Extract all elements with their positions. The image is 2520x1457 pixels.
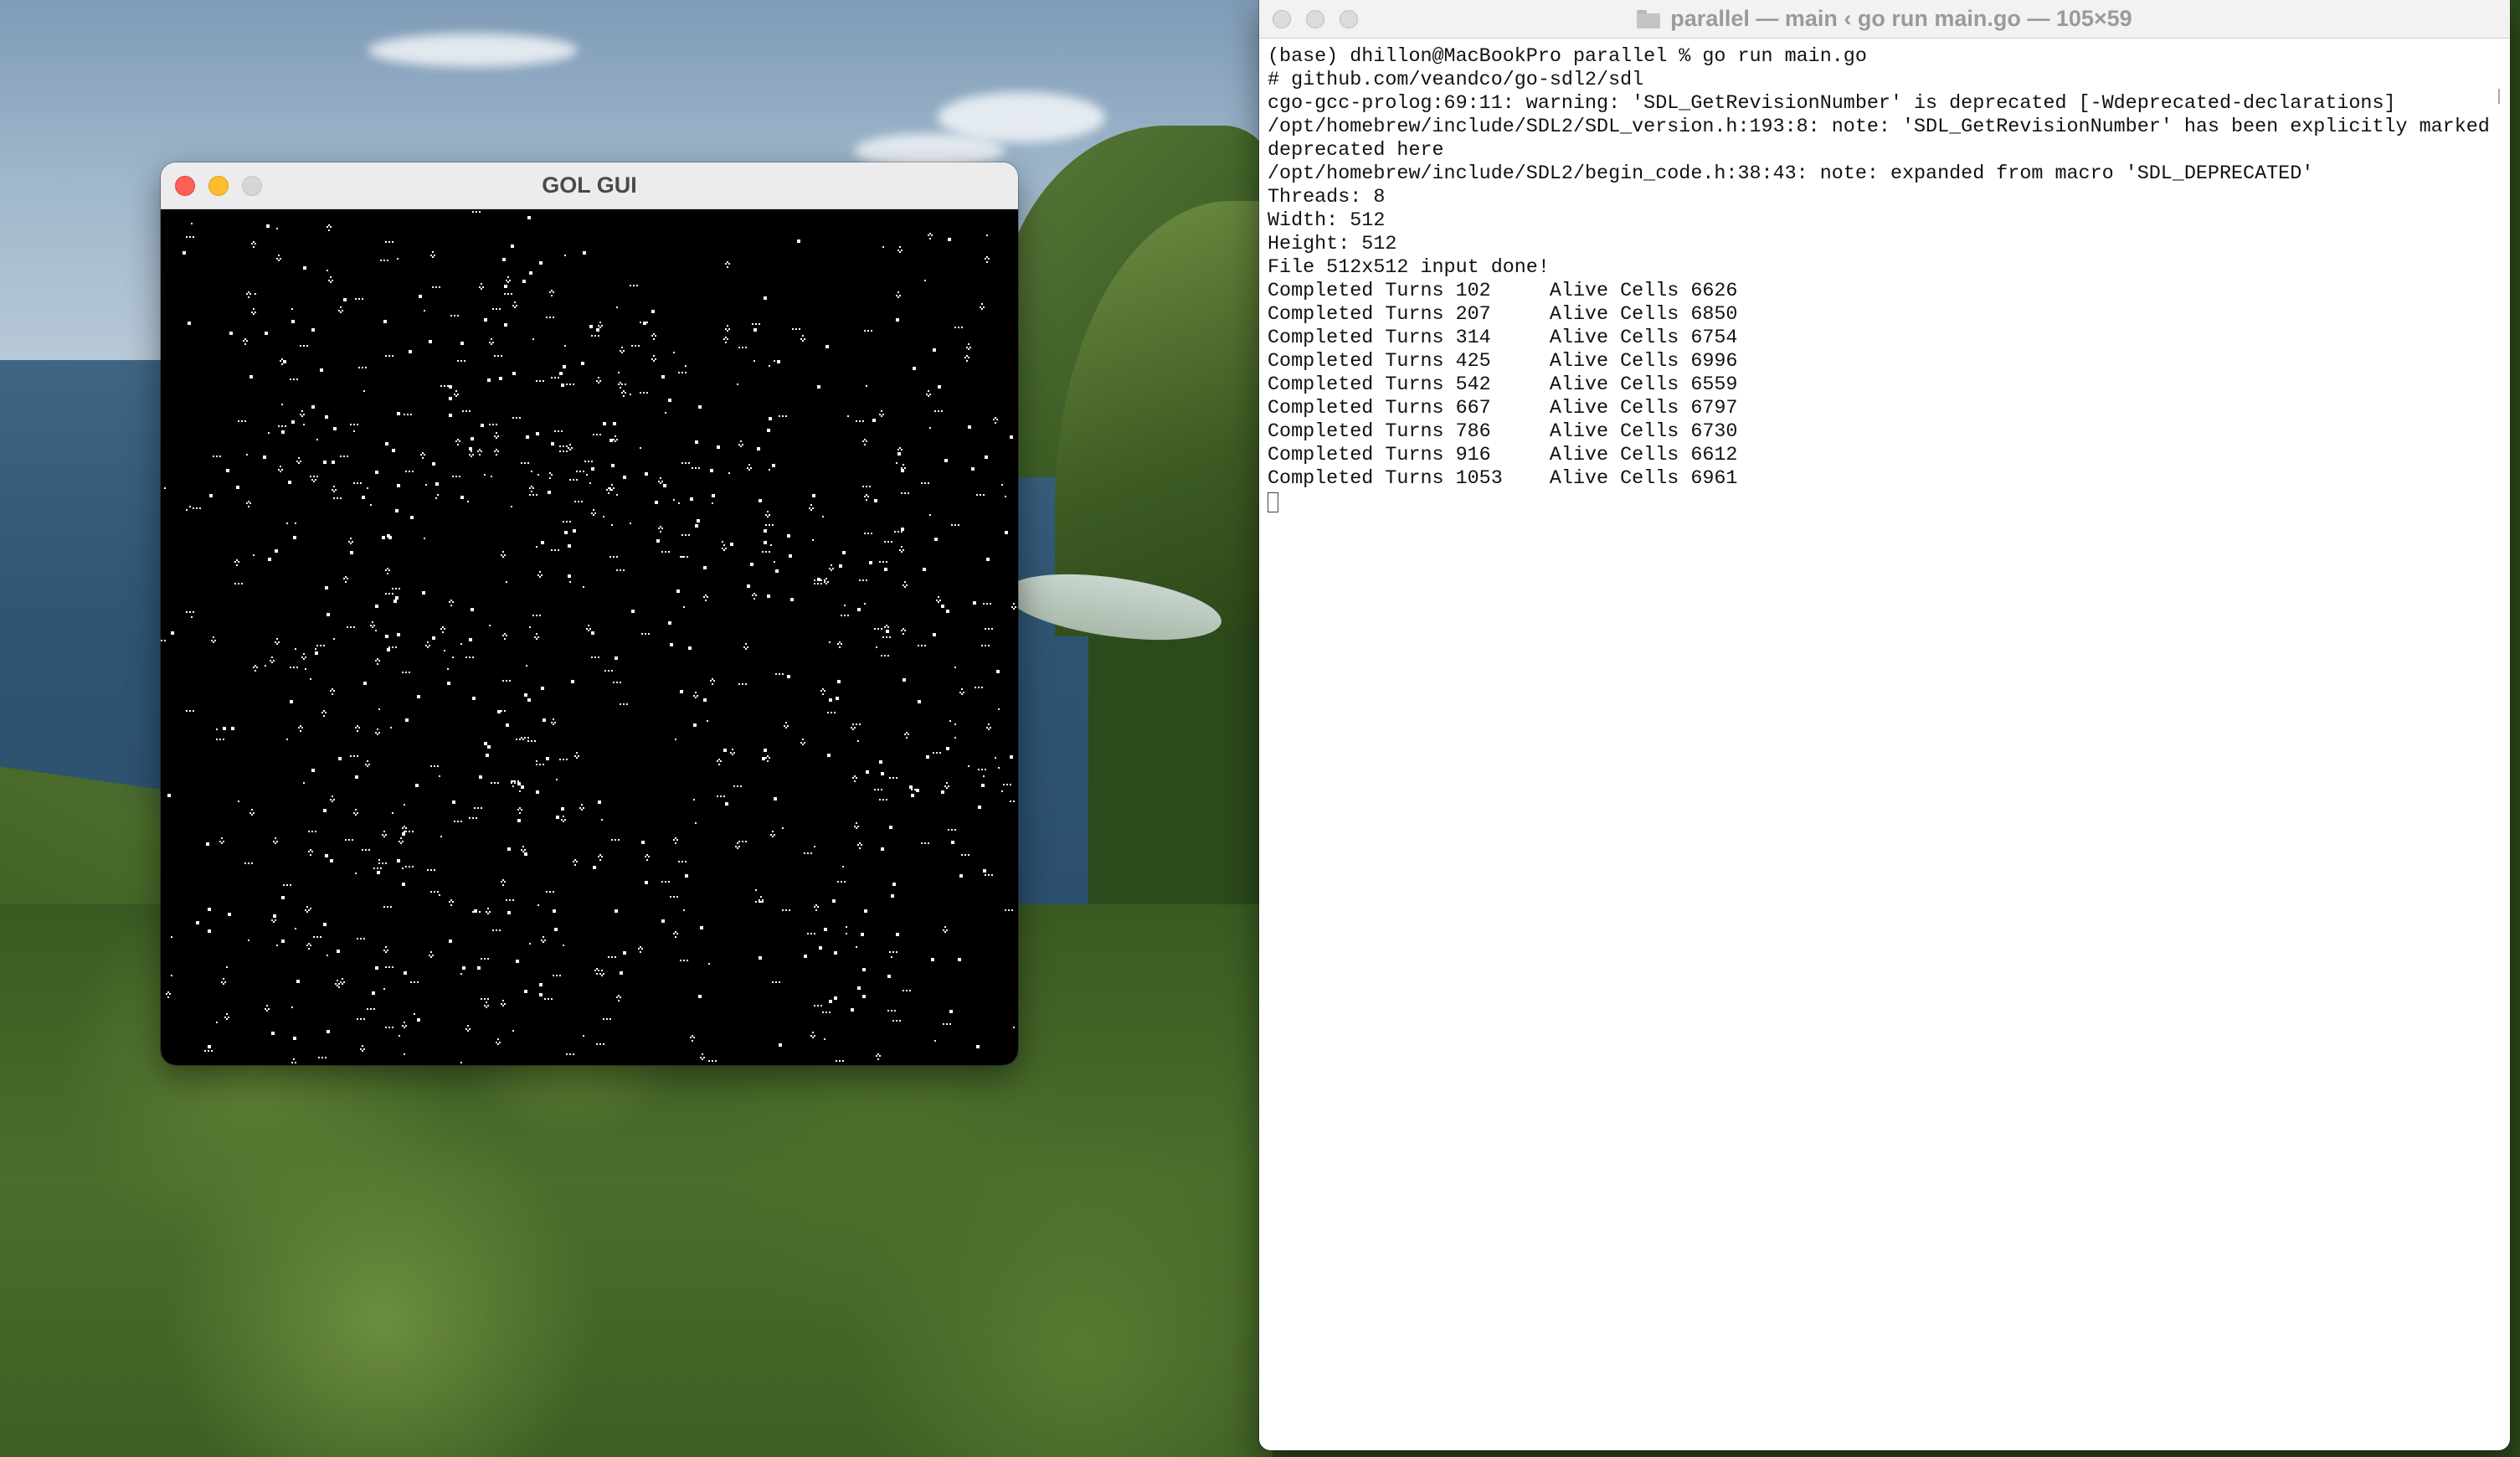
terminal-line: # github.com/veandco/go-sdl2/sdl bbox=[1268, 70, 1644, 91]
zoom-button[interactable] bbox=[242, 175, 262, 196]
terminal-line: Completed Turns 425 Alive Cells 6996 bbox=[1268, 351, 1738, 373]
game-of-life-canvas[interactable] bbox=[161, 209, 1018, 1065]
terminal-line: Width: 512 bbox=[1268, 210, 1386, 232]
terminal-line: File 512x512 input done! bbox=[1268, 257, 1550, 279]
terminal-title-wrap: parallel — main ‹ go run main.go — 105×5… bbox=[1259, 0, 2510, 38]
minimize-button[interactable] bbox=[208, 175, 229, 196]
terminal-line: cgo-gcc-prolog:69:11: warning: 'SDL_GetR… bbox=[1268, 93, 2396, 115]
terminal-line: Completed Turns 542 Alive Cells 6559 bbox=[1268, 374, 1738, 396]
window-controls bbox=[1259, 0, 1358, 38]
terminal-line: /opt/homebrew/include/SDL2/SDL_version.h… bbox=[1268, 116, 2490, 138]
terminal-line: Threads: 8 bbox=[1268, 187, 1386, 209]
close-button[interactable] bbox=[175, 175, 195, 196]
wallpaper-cloud bbox=[368, 33, 578, 67]
gol-gui-window[interactable]: GOL GUI bbox=[161, 162, 1018, 1065]
text-cursor bbox=[1268, 492, 1278, 512]
zoom-button[interactable] bbox=[1340, 9, 1358, 28]
terminal-line: Completed Turns 207 Alive Cells 6850 bbox=[1268, 304, 1738, 326]
terminal-line: Completed Turns 667 Alive Cells 6797 bbox=[1268, 398, 1738, 420]
terminal-titlebar[interactable]: parallel — main ‹ go run main.go — 105×5… bbox=[1259, 0, 2510, 39]
terminal-lines: (base) dhillon@MacBookPro parallel % go … bbox=[1268, 45, 2500, 491]
terminal-output[interactable]: (base) dhillon@MacBookPro parallel % go … bbox=[1259, 39, 2510, 1450]
gol-window-titlebar[interactable]: GOL GUI bbox=[161, 162, 1018, 209]
minimize-button[interactable] bbox=[1306, 9, 1324, 28]
scrollbar-marker[interactable] bbox=[2498, 89, 2505, 104]
terminal-line: Completed Turns 314 Alive Cells 6754 bbox=[1268, 327, 1738, 349]
terminal-prompt-line[interactable] bbox=[1268, 491, 2500, 514]
terminal-window[interactable]: parallel — main ‹ go run main.go — 105×5… bbox=[1259, 0, 2510, 1450]
terminal-line: Completed Turns 102 Alive Cells 6626 bbox=[1268, 281, 1738, 302]
gol-window-title: GOL GUI bbox=[542, 172, 637, 198]
terminal-line: Completed Turns 1053 Alive Cells 6961 bbox=[1268, 468, 1738, 490]
live-cells bbox=[161, 211, 1016, 1063]
terminal-line: Completed Turns 786 Alive Cells 6730 bbox=[1268, 421, 1738, 443]
terminal-line: deprecated here bbox=[1268, 140, 1444, 162]
terminal-title: parallel — main ‹ go run main.go — 105×5… bbox=[1670, 6, 2132, 31]
game-of-life-grid bbox=[161, 211, 1016, 1063]
wallpaper-cloud bbox=[938, 92, 1105, 142]
terminal-line: /opt/homebrew/include/SDL2/begin_code.h:… bbox=[1268, 163, 2314, 185]
terminal-line: Completed Turns 916 Alive Cells 6612 bbox=[1268, 445, 1738, 466]
close-button[interactable] bbox=[1273, 9, 1291, 28]
terminal-line: (base) dhillon@MacBookPro parallel % go … bbox=[1268, 46, 1867, 68]
window-controls bbox=[161, 162, 262, 209]
folder-icon bbox=[1637, 9, 1661, 28]
terminal-line: Height: 512 bbox=[1268, 234, 1397, 255]
